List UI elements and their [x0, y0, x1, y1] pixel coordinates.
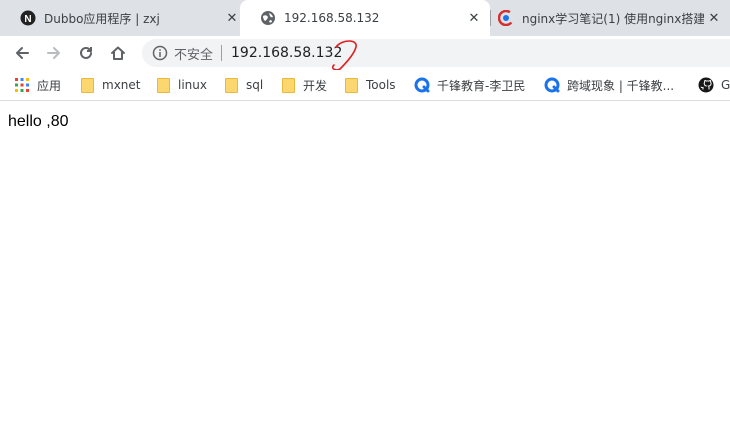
folder-icon [280, 77, 296, 93]
bookmark-label: mxnet [102, 78, 141, 92]
tab-strip: N Dubbo应用程序 | zxj ✕ 192.168.58.132 ✕ ngi… [0, 0, 730, 36]
tab-active-ip[interactable]: 192.168.58.132 ✕ [240, 0, 490, 36]
tab-dubbo[interactable]: N Dubbo应用程序 | zxj ✕ [0, 0, 248, 36]
bookmark-tools[interactable]: Tools [343, 75, 396, 95]
bookmark-label: 应用 [37, 78, 62, 93]
bookmark-dev[interactable]: 开发 [280, 75, 327, 95]
tab-title: Dubbo应用程序 | zxj [44, 11, 160, 26]
bookmark-label: Tools [366, 78, 396, 92]
globe-icon [260, 10, 276, 26]
browser-toolbar: 不安全 [0, 36, 730, 70]
bookmark-cors[interactable]: 跨域现象 | 千锋教... [544, 75, 674, 95]
bookmark-label: 跨域现象 | 千锋教... [567, 78, 675, 93]
tab-title: 192.168.58.132 [284, 11, 380, 25]
bookmark-sql[interactable]: sql [223, 75, 263, 95]
url-input[interactable] [231, 45, 532, 61]
folder-icon [79, 77, 95, 93]
csdn-c-icon [498, 10, 514, 26]
github-icon [698, 77, 714, 93]
folder-icon [343, 77, 359, 93]
apps-grid-icon [14, 77, 30, 93]
page-content: hello ,80 [0, 101, 730, 437]
bookmark-label: 开发 [303, 78, 328, 93]
folder-icon [155, 77, 171, 93]
address-bar[interactable]: 不安全 [142, 39, 730, 67]
forward-arrow-icon [47, 47, 60, 59]
bookmark-label: G [721, 78, 730, 92]
qianfeng-icon [544, 77, 560, 93]
bookmark-label: linux [178, 78, 207, 92]
svg-text:N: N [24, 14, 31, 25]
reload-button[interactable] [72, 39, 100, 67]
back-button[interactable] [8, 39, 36, 67]
tab-title: nginx学习笔记(1) 使用nginx搭建 [522, 11, 704, 26]
bookmark-apps[interactable]: 应用 [14, 75, 61, 95]
reload-icon [80, 46, 92, 59]
back-arrow-icon [16, 47, 29, 59]
info-icon[interactable] [152, 45, 168, 61]
home-icon [111, 46, 125, 60]
bookmark-qianfeng-liweimin[interactable]: 千锋教育-李卫民 [414, 75, 525, 95]
security-label: 不安全 [174, 47, 214, 63]
close-icon[interactable]: ✕ [704, 8, 724, 28]
page-body-text: hello ,80 [8, 113, 69, 130]
bookmark-label: sql [246, 78, 264, 92]
tab-nginx[interactable]: nginx学习笔记(1) 使用nginx搭建 ✕ [478, 0, 730, 36]
folder-icon [223, 77, 239, 93]
bookmark-mxnet[interactable]: mxnet [79, 75, 140, 95]
omnibox-divider [221, 45, 223, 61]
bookmark-label: 千锋教育-李卫民 [437, 78, 526, 93]
notion-n-icon: N [20, 10, 36, 26]
bookmarks-bar: 应用 mxnet linux sql 开发 Tools 千锋教育-李卫民 跨域现… [0, 70, 730, 101]
bookmark-github[interactable]: G [698, 75, 730, 95]
home-button[interactable] [104, 39, 132, 67]
qianfeng-icon [414, 77, 430, 93]
close-icon[interactable]: ✕ [222, 8, 242, 28]
bookmark-linux[interactable]: linux [155, 75, 207, 95]
forward-button[interactable] [40, 39, 68, 67]
